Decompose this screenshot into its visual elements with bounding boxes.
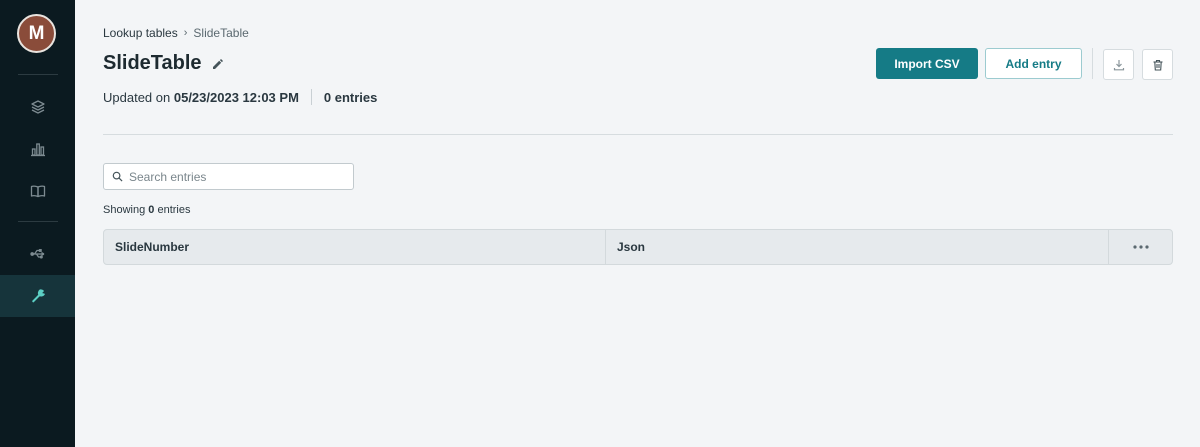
chevron-right-icon: ›: [183, 27, 188, 39]
search-icon: [112, 171, 123, 182]
delete-button[interactable]: [1142, 49, 1173, 80]
usb-icon: [29, 249, 44, 259]
main-content: Lookup tables › SlideTable SlideTable Up…: [75, 0, 1200, 447]
entries-table-header: SlideNumber Json: [103, 229, 1173, 265]
showing-count: Showing 0 entries: [103, 204, 190, 216]
add-entry-button[interactable]: Add entry: [985, 48, 1082, 79]
import-csv-button[interactable]: Import CSV: [876, 48, 978, 79]
showing-suffix: entries: [157, 204, 191, 216]
column-header-json[interactable]: Json: [606, 230, 1109, 264]
sidebar-item-tools[interactable]: [0, 275, 75, 317]
sidebar-divider: [18, 221, 58, 222]
sidebar: M: [0, 0, 75, 447]
more-horizontal-icon: [1132, 245, 1149, 249]
page-title: SlideTable: [103, 52, 202, 74]
showing-prefix: Showing: [103, 204, 146, 216]
download-icon: [1113, 59, 1124, 70]
column-options-button[interactable]: [1109, 230, 1172, 264]
page-title-row: SlideTable: [103, 52, 224, 75]
bar-chart-icon: [30, 143, 45, 157]
sidebar-divider: [18, 74, 58, 75]
wrench-icon: [31, 289, 45, 303]
toolbar-divider: [1092, 48, 1093, 79]
search-input[interactable]: [129, 169, 349, 184]
meta-divider: [310, 89, 312, 105]
trash-icon: [1153, 59, 1162, 71]
download-button[interactable]: [1103, 49, 1134, 80]
breadcrumb-link-lookup-tables[interactable]: Lookup tables: [103, 26, 178, 40]
showing-number: 0: [148, 204, 155, 216]
sidebar-item-layers[interactable]: [0, 86, 75, 128]
column-header-slidenumber[interactable]: SlideNumber: [104, 230, 606, 264]
breadcrumb-current: SlideTable: [193, 26, 249, 40]
entries-count: 0 entries: [323, 89, 378, 105]
table-meta: Updated on 05/23/2023 12:03 PM 0 entries: [103, 89, 377, 105]
layers-icon: [30, 100, 45, 114]
sidebar-item-analytics[interactable]: [0, 128, 75, 170]
updated-label: Updated on: [103, 89, 171, 105]
book-icon: [30, 185, 45, 198]
sidebar-item-docs[interactable]: [0, 170, 75, 212]
edit-pencil-icon[interactable]: [212, 58, 224, 70]
updated-date: 05/23/2023 12:03 PM: [173, 89, 299, 105]
breadcrumb: Lookup tables › SlideTable: [103, 26, 249, 40]
section-divider: [103, 134, 1173, 135]
sidebar-item-integrations[interactable]: [0, 233, 75, 275]
user-avatar[interactable]: M: [17, 14, 56, 53]
search-box[interactable]: [103, 163, 354, 190]
